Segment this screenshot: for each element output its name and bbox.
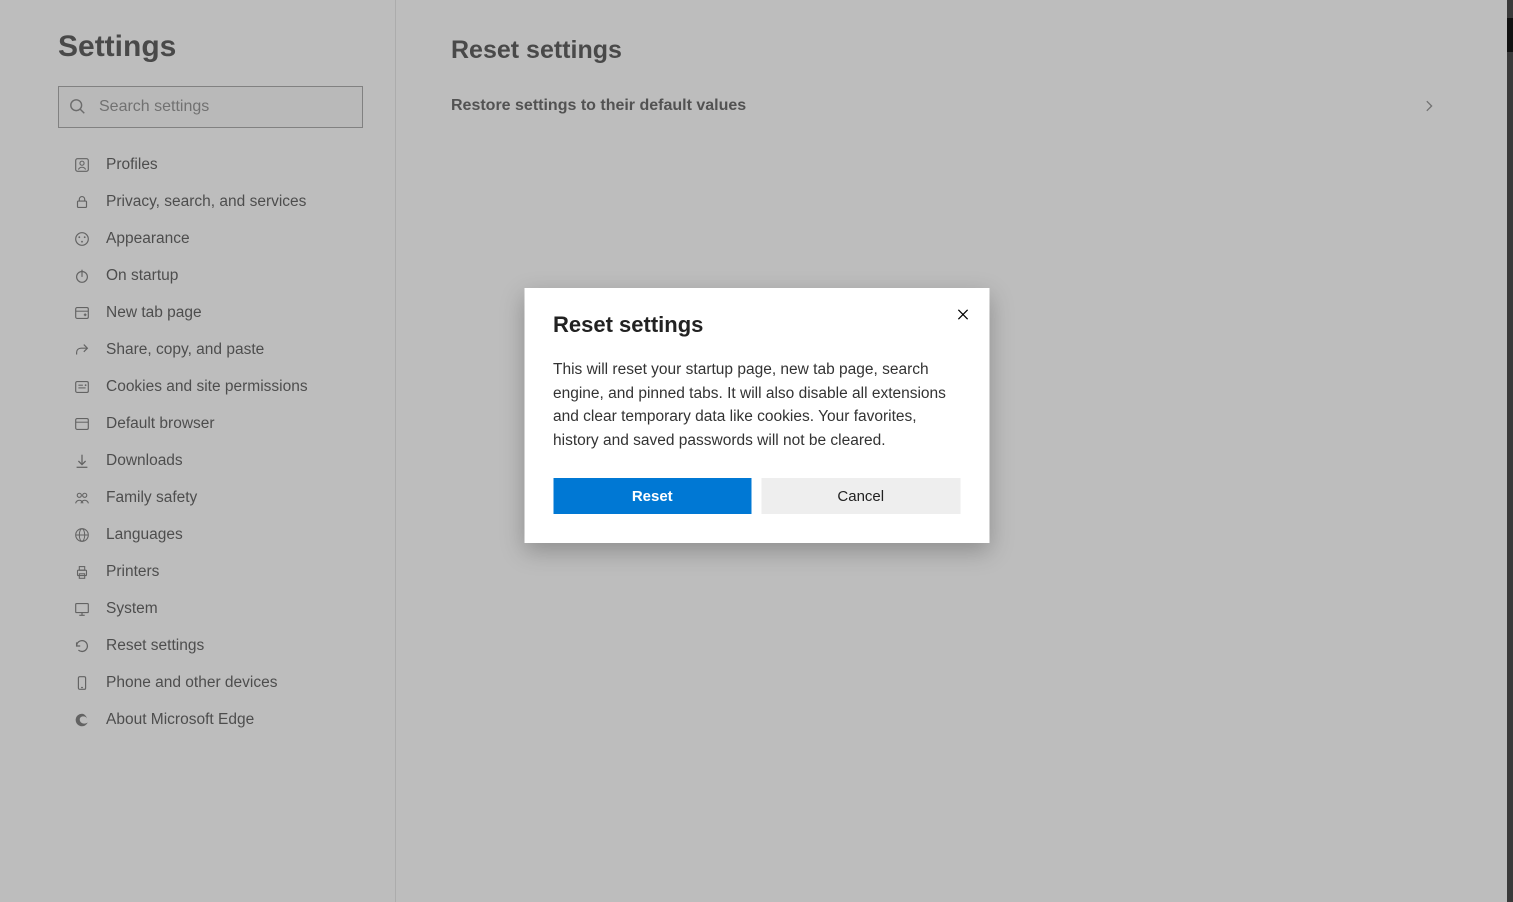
dialog-close-button[interactable] <box>951 302 975 326</box>
reset-button[interactable]: Reset <box>553 478 752 514</box>
cancel-button[interactable]: Cancel <box>762 478 961 514</box>
dialog-title: Reset settings <box>553 312 960 338</box>
dialog-button-row: Reset Cancel <box>553 478 960 514</box>
dialog-body: This will reset your startup page, new t… <box>553 358 960 452</box>
reset-settings-dialog: Reset settings This will reset your star… <box>524 288 989 543</box>
close-icon <box>957 308 970 321</box>
